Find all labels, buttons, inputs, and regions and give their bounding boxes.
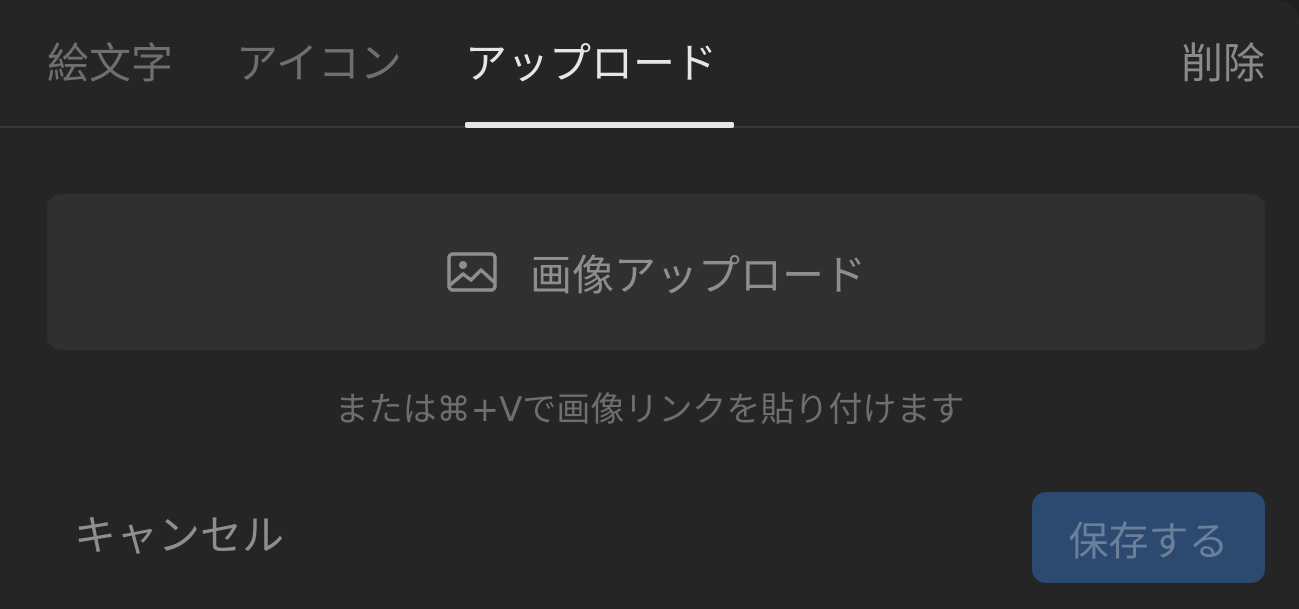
active-tab-indicator — [465, 122, 734, 128]
icon-picker-panel: 絵文字 アイコン アップロード 削除 画像アップロード または⌘+Vで画像リンク… — [0, 0, 1299, 609]
remove-button[interactable]: 削除 — [1181, 36, 1265, 92]
upload-image-label: 画像アップロード — [529, 250, 866, 300]
tab-bar: 絵文字 アイコン アップロード 削除 — [0, 0, 1299, 128]
tab-icons[interactable]: アイコン — [236, 36, 402, 92]
tab-emoji[interactable]: 絵文字 — [47, 36, 173, 92]
image-icon — [446, 250, 498, 294]
paste-link-hint: または⌘+Vで画像リンクを貼り付けます — [334, 390, 965, 430]
cancel-button[interactable]: キャンセル — [74, 508, 284, 564]
upload-image-button[interactable]: 画像アップロード — [47, 194, 1265, 350]
tab-upload[interactable]: アップロード — [465, 36, 717, 92]
save-button[interactable]: 保存する — [1032, 492, 1265, 583]
